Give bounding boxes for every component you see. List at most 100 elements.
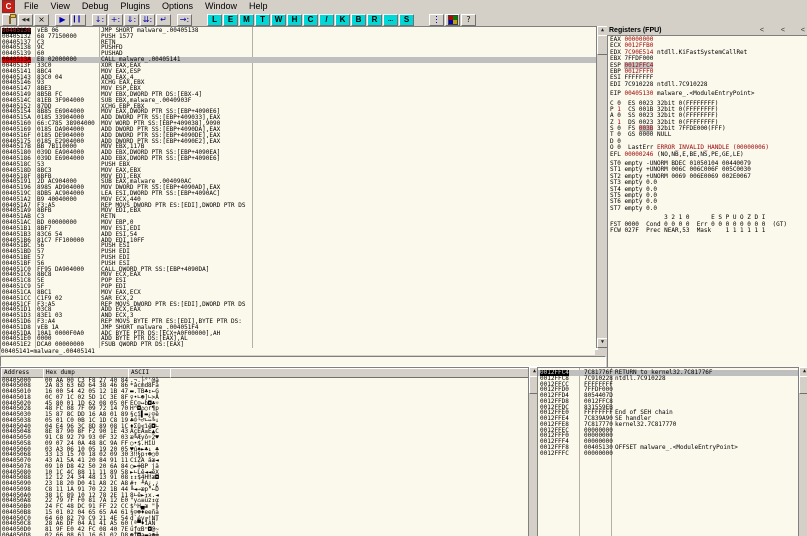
memory-window-button[interactable]: M — [239, 14, 254, 26]
source-window-button[interactable]: S — [399, 14, 414, 26]
menu-help[interactable]: Help — [243, 0, 274, 13]
restart-button[interactable]: ◀◀ — [18, 14, 33, 26]
disassembly-scrollbar[interactable]: ▲ ▼ — [596, 26, 606, 348]
trace-over-button[interactable]: ⇊: — [140, 14, 155, 26]
register-line[interactable]: EIP 00405130 malware_.<ModuleEntryPoint> — [610, 91, 807, 97]
pause-icon: ▎▎ — [74, 16, 83, 24]
toolbar-gap — [193, 14, 207, 26]
stack-row[interactable]: 0012FFFC 00000000 — [538, 451, 799, 457]
menu-options[interactable]: Options — [156, 0, 199, 13]
window-list-icon — [436, 16, 437, 23]
stack-pane: 0012FFC47C81776FRETURN to kernel32.7C817… — [537, 367, 800, 536]
pane-arrow-button[interactable]: < — [801, 26, 805, 35]
trace-into-button[interactable]: ⇓: — [124, 14, 139, 26]
pane-arrow-button[interactable]: < — [760, 26, 764, 35]
close-button[interactable]: × — [34, 14, 49, 26]
references-window-button[interactable]: R — [367, 14, 382, 26]
source-window-icon: S — [404, 16, 409, 24]
close-icon: × — [38, 16, 45, 24]
help-icon: ? — [466, 16, 470, 24]
patches-window-button[interactable]: / — [319, 14, 334, 26]
execute-till-return-icon: ↵ — [160, 16, 167, 24]
stack-value[interactable]: 00000000 — [584, 451, 613, 457]
menu-items: FileViewDebugPluginsOptionsWindowHelp — [18, 0, 274, 13]
register-value-part[interactable]: malware_.<ModuleEntryPoint> — [653, 90, 754, 97]
menu-view[interactable]: View — [45, 0, 76, 13]
breakpoints-window-button[interactable]: B — [351, 14, 366, 26]
toolbar: ◀◀ × ▶ ▎▎ ↓: +: ⇓: ⇊: ↵ →: L E M T W H C / K B R... S? — [0, 13, 807, 26]
register-value-part[interactable]: 7C910228 ntdll.7C910228 — [624, 81, 707, 88]
threads-window-button[interactable]: T — [255, 14, 270, 26]
disassembly-status-line: 00405141=malware_.00405141 — [1, 348, 595, 355]
menu-window[interactable]: Window — [199, 0, 243, 13]
go-to-address-button[interactable]: →: — [177, 14, 192, 26]
run-icon: ▶ — [59, 16, 65, 24]
cpu-window-icon: C — [308, 16, 314, 24]
executables-window-button[interactable]: E — [223, 14, 238, 26]
menu-file[interactable]: File — [18, 0, 45, 13]
call-stack-window-icon: K — [340, 16, 346, 24]
pane-arrow-button[interactable]: < — [781, 26, 785, 35]
disassembly-pane: 00405130∨EB 06JMP SHORT malware_.0040513… — [0, 26, 598, 350]
trace-over-icon: ⇊: — [143, 16, 152, 24]
handles-window-icon: H — [292, 16, 298, 24]
register-value-part[interactable]: ntdll.KiFastSystemCallRet — [653, 49, 747, 56]
olly-debugger-window: C FileViewDebugPluginsOptionsWindowHelp … — [0, 0, 807, 536]
memory-window-icon: M — [243, 16, 250, 24]
toolbar-gap — [415, 14, 429, 26]
menu-bar: C FileViewDebugPluginsOptionsWindowHelp — [0, 0, 807, 13]
app-icon[interactable]: C — [2, 0, 15, 13]
windows-list-button[interactable] — [429, 14, 444, 26]
register-value-part[interactable]: (NO,NB,E,BE,NS,PE,GE,LE) — [653, 151, 743, 158]
call-stack-window-button[interactable]: K — [335, 14, 350, 26]
patches-window-icon: / — [325, 16, 327, 24]
register-line[interactable]: EDI 7C910228 ntdll.7C910228 — [610, 82, 807, 88]
register-value-part[interactable]: EDI — [610, 81, 624, 88]
windows-window-button[interactable]: W — [271, 14, 286, 26]
step-into-button[interactable]: ↓: — [92, 14, 107, 26]
register-value-part[interactable]: 00000246 — [624, 151, 653, 158]
menu-plugins[interactable]: Plugins — [114, 0, 156, 13]
step-over-icon: +: — [111, 16, 120, 24]
run-trace-window-button[interactable]: ... — [383, 14, 398, 26]
registers-pane-title: Registers (FPU) < < < — [607, 26, 807, 35]
register-value-part[interactable]: FCW 027F Prec NEAR,53 Mask 1 1 1 1 1 1 — [610, 227, 765, 234]
register-line[interactable]: ST7 empty 0.0 — [610, 206, 807, 212]
trace-into-icon: ⇓: — [127, 16, 136, 24]
folder-icon — [9, 16, 11, 24]
execute-till-return-button[interactable]: ↵ — [156, 14, 171, 26]
step-over-button[interactable]: +: — [108, 14, 123, 26]
threads-window-icon: T — [260, 16, 265, 24]
register-line[interactable]: FCW 027F Prec NEAR,53 Mask 1 1 1 1 1 1 — [610, 228, 807, 234]
appearance-icon — [448, 15, 458, 25]
log-window-icon: L — [212, 16, 217, 24]
run-trace-window-icon: ... — [388, 16, 393, 24]
menu-debug[interactable]: Debug — [76, 0, 115, 13]
dump-header-blank — [170, 368, 530, 378]
help-button[interactable]: ? — [461, 14, 476, 26]
appearance-button[interactable] — [445, 14, 460, 26]
handles-window-button[interactable]: H — [287, 14, 302, 26]
go-to-address-icon: →: — [180, 16, 189, 24]
scroll-thumb[interactable] — [799, 376, 807, 394]
hex-dump-pane: Address Hex dump ASCII 0040500000 AA 00 … — [0, 367, 530, 536]
stack-address[interactable]: 0012FFFC — [540, 451, 569, 457]
stack-scrollbar[interactable]: ▲ — [798, 367, 807, 536]
register-line[interactable]: EFL 00000246 (NO,NB,E,BE,NS,PE,GE,LE) — [610, 152, 807, 158]
register-value-part[interactable]: ST7 empty 0.0 — [610, 205, 657, 212]
log-window-button[interactable]: L — [207, 14, 222, 26]
references-window-icon: R — [372, 16, 378, 24]
register-value-part[interactable]: EFL — [610, 151, 624, 158]
breakpoints-window-icon: B — [356, 16, 362, 24]
pause-button[interactable]: ▎▎ — [71, 14, 86, 26]
register-value-part[interactable]: EIP — [610, 90, 624, 97]
open-file-button[interactable] — [2, 14, 17, 26]
registers-pane: EAX 00000000ECX 0012FFB0EDX 7C90E514 ntd… — [607, 35, 807, 368]
restart-icon: ◀◀ — [22, 16, 30, 24]
executables-window-icon: E — [228, 16, 233, 24]
run-button[interactable]: ▶ — [55, 14, 70, 26]
cpu-window-button[interactable]: C — [303, 14, 318, 26]
disassembly-info-strip — [0, 356, 606, 367]
register-value-part[interactable]: 00405130 — [624, 90, 653, 97]
windows-window-icon: W — [275, 16, 283, 24]
